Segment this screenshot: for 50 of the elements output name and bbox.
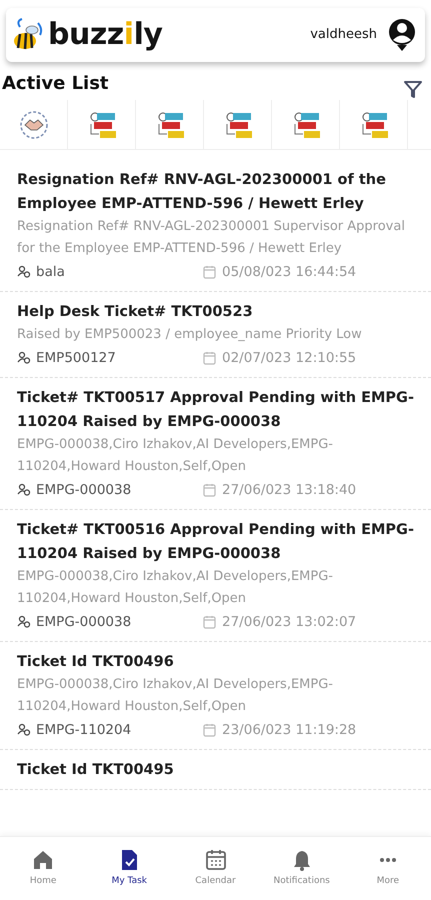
task-title: Ticket Id TKT00495 [17, 761, 175, 780]
task-item[interactable]: Ticket Id TKT00495 [0, 750, 431, 790]
task-item[interactable]: Ticket Id TKT00496 EMPG-000038,Ciro Izhakov,AI Developers,EMPG-110204,Howard Houston,Self,Open EMPG-110204 23/06/023 11:19:28 [0, 642, 431, 750]
task-title: Help Desk Ticket# TKT00523 [17, 303, 254, 322]
assignee-label: EMPG-000038 [36, 613, 132, 632]
home-icon [32, 848, 54, 871]
assignee-label: EMPG-110204 [36, 721, 132, 740]
people-icon [17, 265, 31, 279]
people-icon [17, 483, 31, 497]
handshake-category-icon[interactable] [18, 110, 48, 140]
calendar-icon [203, 265, 216, 279]
calendar-icon [203, 483, 216, 497]
people-icon [17, 615, 31, 629]
nav-tab[interactable]: More [344, 837, 431, 900]
username-label: valdheesh [310, 26, 377, 44]
more-icon [380, 858, 396, 862]
date-time-label: 05/08/023 16:44:54 [222, 263, 356, 282]
task-title: Ticket# TKT00517 Approval Pending with EMPG-110204 Raised by EMPG-000038 [17, 389, 415, 432]
section-title: Active List [2, 72, 109, 96]
assignee-label: EMPG-000038 [36, 481, 132, 500]
task-description: EMPG-000038,Ciro Izhakov,AI Developers,EMPG-110204,Howard Houston,Self,Open [17, 436, 334, 476]
task-description: EMPG-000038,Ciro Izhakov,AI Developers,EMPG-110204,Howard Houston,Self,Open [17, 676, 334, 716]
date-time-label: 23/06/023 11:19:28 [222, 721, 356, 740]
task-description: Resignation Ref# RNV-AGL-202300001 Supervisor Approval for the Employee EMP-ATTEND-596 / Hewett Erley [17, 218, 406, 258]
task-description: EMPG-000038,Ciro Izhakov,AI Developers,EMPG-110204,Howard Houston,Self,Open [17, 568, 334, 608]
logo-text: buzzily [48, 20, 162, 50]
task-description: Raised by EMP500023 / employee_name Priority Low [17, 326, 363, 344]
nav-tab[interactable]: Calendar [172, 837, 259, 900]
people-icon [17, 723, 31, 737]
calendar-icon [204, 848, 226, 871]
date-time-label: 02/07/023 12:10:55 [222, 349, 356, 368]
calendar-icon [203, 723, 216, 737]
nav-tab[interactable]: My Task [86, 837, 172, 900]
task-item[interactable]: Help Desk Ticket# TKT00523 Raised by EMP500023 / employee_name Priority Low EMP500127 02/07/023 12:10:55 [0, 292, 431, 378]
user-avatar-icon[interactable] [387, 18, 417, 52]
assignee-label: bala [36, 263, 65, 282]
task-title: Resignation Ref# RNV-AGL-202300001 of the Employee EMP-ATTEND-596 / Hewett Erley [17, 171, 387, 214]
assignee-label: EMP500127 [36, 349, 116, 368]
date-time-label: 27/06/023 13:18:40 [222, 481, 356, 500]
task-item[interactable]: Ticket# TKT00516 Approval Pending with EMPG-110204 Raised by EMPG-000038 EMPG-000038,Ciro Izhakov,AI Developers,EMPG-110204,Howard Houston,Self,Open EMPG-000038 27/06/023 13:02:07 [0, 510, 431, 642]
filter-icon[interactable] [403, 78, 423, 99]
calendar-icon [203, 351, 216, 365]
nav-tab[interactable]: Notifications [258, 837, 345, 900]
nav-tab[interactable]: Home [0, 837, 86, 900]
calendar-icon [203, 615, 216, 629]
task-title: Ticket Id TKT00496 [17, 653, 175, 672]
task-title: Ticket# TKT00516 Approval Pending with EMPG-110204 Raised by EMPG-000038 [17, 521, 415, 564]
task-item[interactable]: Ticket# TKT00517 Approval Pending with EMPG-110204 Raised by EMPG-000038 EMPG-000038,Ciro Izhakov,AI Developers,EMPG-110204,Howard Houston,Self,Open EMPG-000038 27/06/023 13:18:40 [0, 378, 431, 510]
date-time-label: 27/06/023 13:02:07 [222, 613, 356, 632]
people-icon [17, 351, 31, 365]
